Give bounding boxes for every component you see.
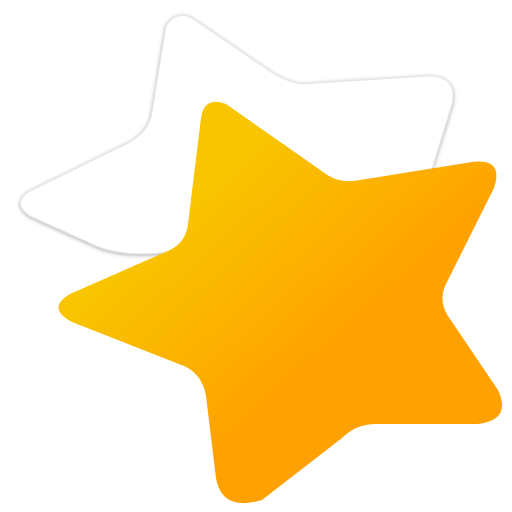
star-graphic [0, 0, 512, 512]
stars-svg [20, 14, 503, 504]
